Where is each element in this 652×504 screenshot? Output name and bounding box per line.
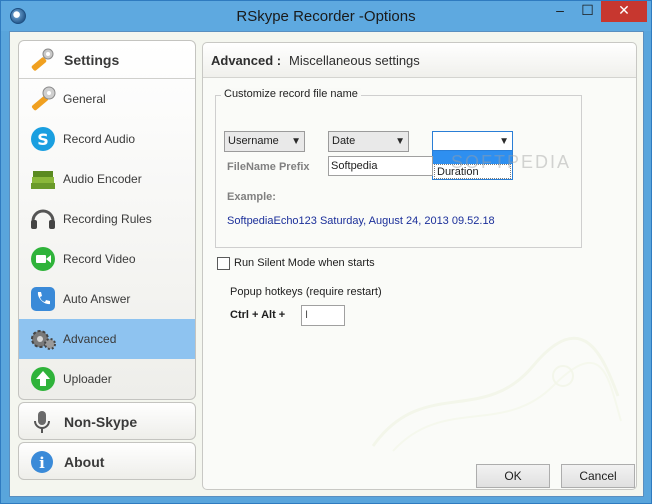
nav-item-label: Auto Answer — [63, 292, 131, 306]
nav-item-recording-rules[interactable]: Recording Rules — [19, 199, 195, 239]
filename-prefix-label: FileName Prefix — [227, 161, 310, 173]
nav-item-general[interactable]: General — [19, 79, 195, 119]
silent-mode-label: Run Silent Mode when starts — [234, 257, 375, 269]
video-camera-icon — [31, 247, 55, 271]
settings-wrench-icon — [31, 48, 54, 71]
example-filename: SoftpediaEcho123 Saturday, August 24, 20… — [227, 215, 495, 227]
gears-icon — [31, 330, 56, 350]
non-skype-section[interactable]: Non-Skype — [18, 402, 196, 440]
hotkeys-modifier-label: Ctrl + Alt + — [230, 309, 286, 321]
svg-text:S: S — [37, 130, 49, 149]
settings-header-label: Settings — [64, 52, 120, 68]
chevron-down-icon: ▼ — [291, 136, 301, 147]
panel-title: Advanced : — [211, 53, 282, 68]
phone-icon — [31, 287, 55, 311]
microphone-icon — [34, 411, 50, 433]
hotkeys-title: Popup hotkeys (require restart) — [230, 286, 382, 298]
filename-prefix-input[interactable]: Softpedia — [328, 156, 433, 176]
app-window: RSkype Recorder -Options – ☐ ✕ Settings — [0, 0, 652, 504]
filename-part-1-select[interactable]: Username ▼ — [224, 131, 305, 152]
hotkey-input[interactable]: I — [301, 305, 345, 326]
chevron-down-icon: ▼ — [499, 136, 509, 147]
filename-group: Customize record file name Username ▼ Da… — [215, 88, 582, 248]
nav-item-uploader[interactable]: Uploader — [19, 359, 195, 399]
panel-subtitle: Miscellaneous settings — [289, 53, 420, 68]
nav-item-label: Recording Rules — [63, 212, 152, 226]
books-icon — [31, 171, 55, 189]
ok-button[interactable]: OK — [476, 464, 550, 488]
advanced-panel: Advanced : Miscellaneous settings Custom… — [202, 42, 637, 490]
skype-icon: S — [31, 127, 55, 151]
chevron-down-icon: ▼ — [395, 136, 405, 147]
upload-arrow-icon — [31, 367, 55, 391]
close-button[interactable]: ✕ — [601, 1, 647, 22]
nav-item-label: Uploader — [63, 372, 112, 386]
cancel-button[interactable]: Cancel — [561, 464, 635, 488]
headset-icon — [31, 209, 55, 229]
non-skype-header[interactable]: Non-Skype — [19, 403, 195, 441]
silent-mode-checkbox[interactable] — [217, 257, 230, 270]
filename-part-3-dropdown: Duration — [432, 150, 513, 180]
filename-part-2-select[interactable]: Date ▼ — [328, 131, 409, 152]
wrench-icon — [31, 86, 56, 111]
nav-item-label: Audio Encoder — [63, 172, 142, 186]
filename-part-3-select[interactable]: ▼ — [432, 131, 513, 152]
about-label: About — [64, 454, 105, 470]
nav-item-label: Record Audio — [63, 132, 136, 146]
select-value: Username — [228, 135, 279, 147]
title-bar[interactable]: RSkype Recorder -Options – ☐ ✕ — [1, 1, 651, 31]
maximize-button[interactable]: ☐ — [574, 1, 601, 22]
example-label: Example: — [227, 191, 276, 203]
dropdown-option-duration[interactable]: Duration — [434, 164, 511, 179]
about-section[interactable]: i About — [18, 442, 196, 480]
about-header[interactable]: i About — [19, 443, 195, 481]
svg-text:i: i — [39, 454, 45, 472]
nav-item-record-video[interactable]: Record Video — [19, 239, 195, 279]
dropdown-option-empty[interactable] — [433, 151, 512, 164]
nav-item-record-audio[interactable]: S Record Audio — [19, 119, 195, 159]
nav-item-label: General — [63, 92, 106, 106]
settings-section: Settings General S Record Audio Audio En… — [18, 40, 196, 400]
panel-header: Advanced : Miscellaneous settings — [203, 43, 636, 78]
nav-item-audio-encoder[interactable]: Audio Encoder — [19, 159, 195, 199]
info-icon: i — [31, 451, 53, 473]
options-client-area: Settings General S Record Audio Audio En… — [9, 31, 644, 497]
settings-header[interactable]: Settings — [19, 41, 195, 79]
nav-item-auto-answer[interactable]: Auto Answer — [19, 279, 195, 319]
select-value: Date — [332, 135, 356, 147]
minimize-button[interactable]: – — [546, 1, 574, 22]
settings-items: General S Record Audio Audio Encoder Rec… — [19, 79, 195, 399]
nav-item-label: Advanced — [63, 332, 117, 346]
filename-group-title: Customize record file name — [221, 88, 361, 100]
non-skype-label: Non-Skype — [64, 414, 138, 430]
nav-item-advanced[interactable]: Advanced — [19, 319, 195, 359]
nav-item-label: Record Video — [63, 252, 136, 266]
